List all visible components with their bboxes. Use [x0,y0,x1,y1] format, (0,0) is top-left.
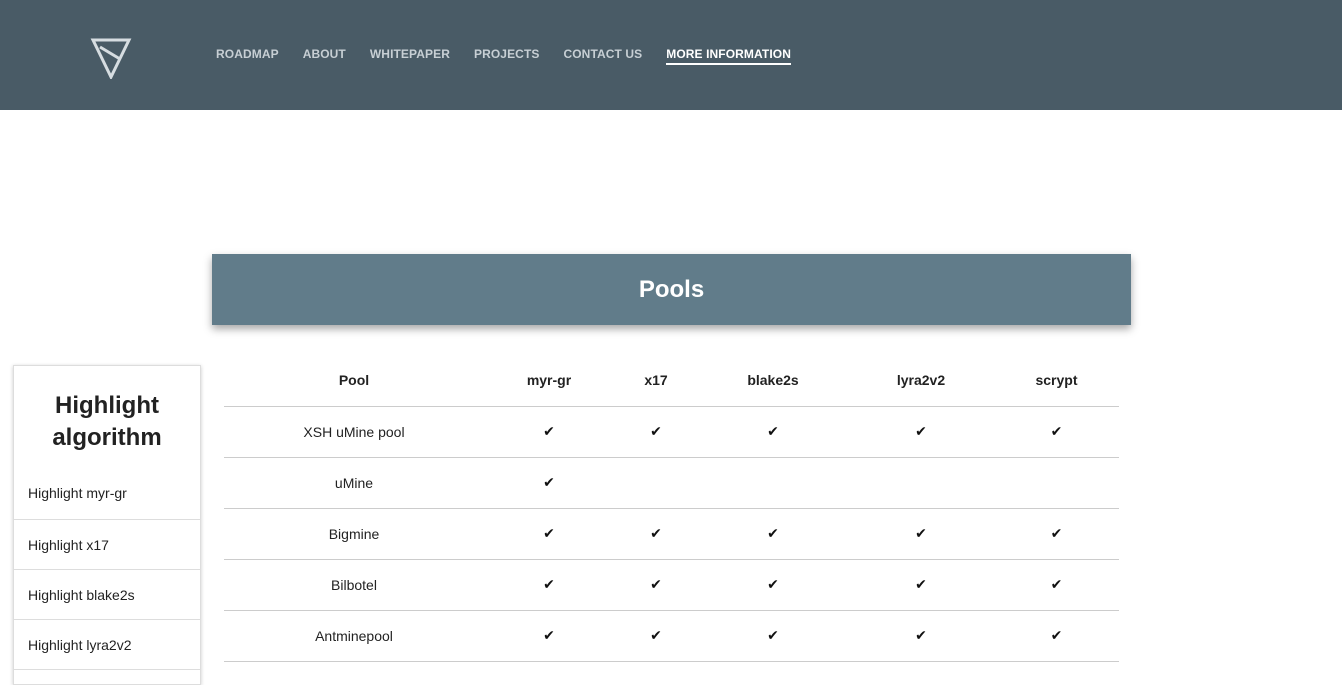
support-cell: ✔ [848,559,994,611]
checkmark-icon: ✔ [650,627,662,643]
checkmark-icon: ✔ [915,423,927,439]
checkmark-icon: ✔ [767,576,779,592]
checkmark-icon: ✔ [650,525,662,541]
header-pool: Pool [224,355,484,407]
table-row: uMine ✔ [224,457,1119,509]
support-cell: ✔ [698,406,848,458]
support-cell: ✔ [614,610,698,662]
support-cell: ✔ [614,508,698,560]
header-scrypt: scrypt [994,355,1119,407]
nav-roadmap[interactable]: ROADMAP [216,46,279,65]
support-cell: ✔ [698,610,848,662]
support-cell: ✔ [994,559,1119,611]
checkmark-icon: ✔ [543,576,555,592]
nav-contact-us[interactable]: CONTACT US [563,46,642,65]
table-row: Antminepool ✔ ✔ ✔ ✔ ✔ [224,610,1119,662]
support-cell: ✔ [848,610,994,662]
table-header-row: Pool myr-gr x17 blake2s lyra2v2 scrypt [224,355,1119,407]
support-cell: ✔ [848,508,994,560]
pools-table-body: XSH uMine pool ✔ ✔ ✔ ✔ ✔ uMine ✔ Bigmine ✔ ✔ ✔ ✔ ✔ Bil… [224,406,1119,662]
checkmark-icon: ✔ [1050,576,1063,592]
logo-icon[interactable] [90,37,132,79]
support-cell: ✔ [484,559,614,611]
support-cell [614,457,698,509]
checkmark-icon: ✔ [650,423,662,439]
support-cell: ✔ [484,406,614,458]
top-navigation-bar: ROADMAP ABOUT WHITEPAPER PROJECTS CONTAC… [0,0,1342,110]
pools-table: Pool myr-gr x17 blake2s lyra2v2 scrypt X… [224,355,1119,662]
header-blake2s: blake2s [698,355,848,407]
main-nav: ROADMAP ABOUT WHITEPAPER PROJECTS CONTAC… [216,46,815,65]
nav-projects[interactable]: PROJECTS [474,46,539,65]
pools-title: Pools [638,275,705,303]
header-lyra2v2: lyra2v2 [848,355,994,407]
checkmark-icon: ✔ [767,627,779,643]
support-cell [698,457,848,509]
support-cell: ✔ [994,610,1119,662]
support-cell: ✔ [484,610,614,662]
support-cell: ✔ [484,508,614,560]
checkmark-icon: ✔ [543,525,555,541]
support-cell: ✔ [698,508,848,560]
table-row: Bigmine ✔ ✔ ✔ ✔ ✔ [224,508,1119,560]
pools-banner: Pools [212,254,1131,325]
highlight-panel-title: Highlight algorithm [52,392,162,451]
support-cell [848,457,994,509]
support-cell: ✔ [994,406,1119,458]
checkmark-icon: ✔ [650,576,662,592]
nav-more-information[interactable]: MORE INFORMATION [666,46,791,65]
checkmark-icon: ✔ [1050,423,1063,439]
checkmark-icon: ✔ [543,474,555,490]
pool-name-cell: Bigmine [224,508,484,560]
nav-whitepaper[interactable]: WHITEPAPER [370,46,450,65]
support-cell: ✔ [698,559,848,611]
checkmark-icon: ✔ [1050,627,1063,643]
checkmark-icon: ✔ [767,525,779,541]
support-cell [994,457,1119,509]
support-cell: ✔ [484,457,614,509]
pool-name-cell: Antminepool [224,610,484,662]
highlight-algorithm-panel: Highlight algorithm Highlight myr-gr Hig… [13,365,201,685]
checkmark-icon: ✔ [915,627,927,643]
header-myr-gr: myr-gr [484,355,614,407]
highlight-blake2s-link[interactable]: Highlight blake2s [14,570,200,620]
highlight-myr-gr-link[interactable]: Highlight myr-gr [14,476,200,520]
checkmark-icon: ✔ [1050,525,1063,541]
checkmark-icon: ✔ [543,423,555,439]
checkmark-icon: ✔ [543,627,555,643]
support-cell: ✔ [994,508,1119,560]
checkmark-icon: ✔ [915,576,927,592]
highlight-x17-link[interactable]: Highlight x17 [14,520,200,570]
header-x17: x17 [614,355,698,407]
support-cell: ✔ [614,559,698,611]
table-row: XSH uMine pool ✔ ✔ ✔ ✔ ✔ [224,406,1119,458]
support-cell: ✔ [848,406,994,458]
support-cell: ✔ [614,406,698,458]
checkmark-icon: ✔ [915,525,927,541]
pool-name-cell: Bilbotel [224,559,484,611]
pool-name-cell: XSH uMine pool [224,406,484,458]
pool-name-cell: uMine [224,457,484,509]
table-row: Bilbotel ✔ ✔ ✔ ✔ ✔ [224,559,1119,611]
checkmark-icon: ✔ [767,423,779,439]
nav-about[interactable]: ABOUT [303,46,346,65]
